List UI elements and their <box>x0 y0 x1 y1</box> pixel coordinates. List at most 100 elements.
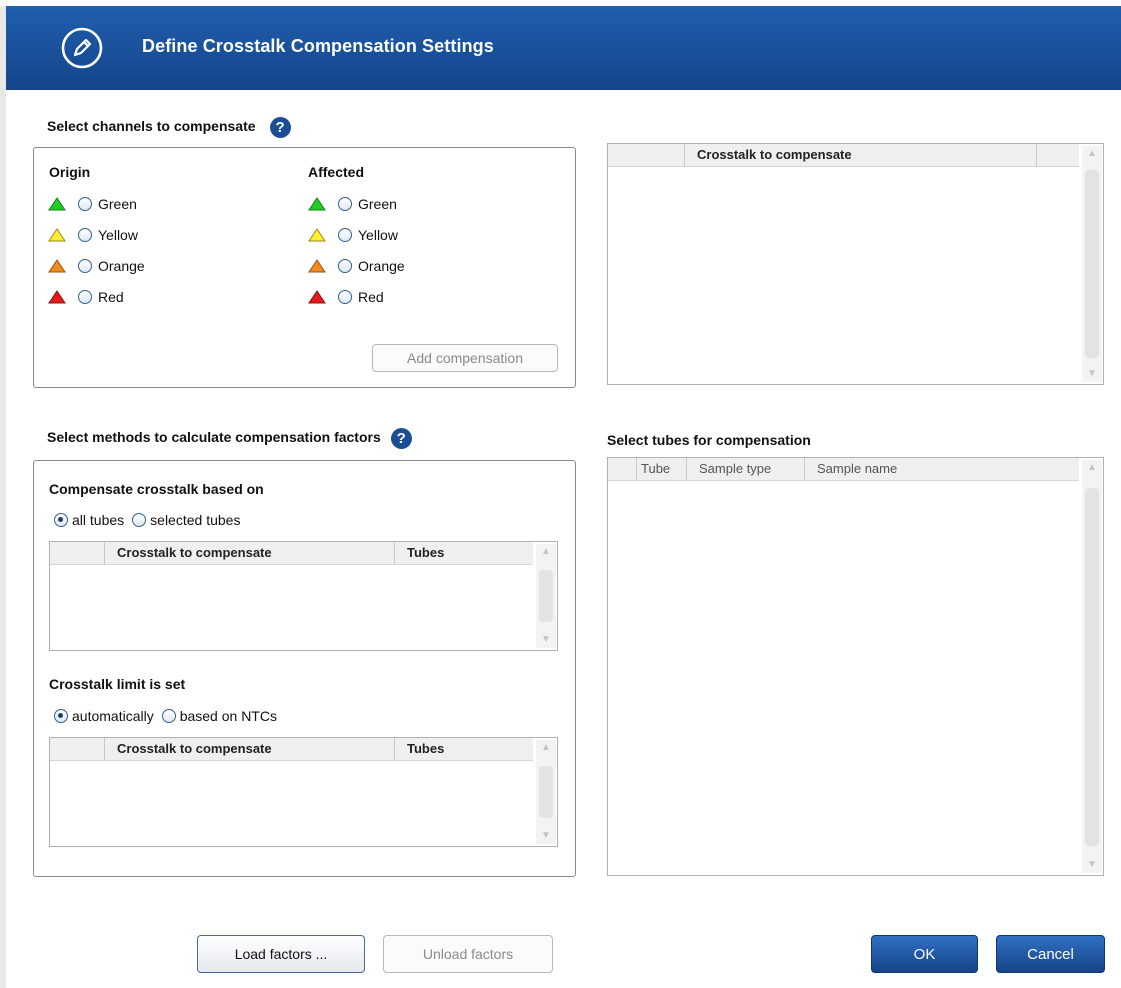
affected-row-green[interactable]: Green <box>308 193 397 215</box>
scroll-up-arrow-icon[interactable]: ▲ <box>1082 146 1102 162</box>
scroll-down-arrow-icon[interactable]: ▼ <box>1082 857 1102 873</box>
limit-grid-scrollbar[interactable]: ▲ ▼ <box>536 740 556 844</box>
limit-radio-group: automatically based on NTCs <box>54 708 277 724</box>
tubes-grid-col-sample-type[interactable]: Sample type <box>686 458 804 480</box>
origin-orange-radio[interactable] <box>78 259 92 273</box>
origin-red-radio[interactable] <box>78 290 92 304</box>
based-on-grid-scrollbar[interactable]: ▲ ▼ <box>536 544 556 648</box>
scroll-down-arrow-icon[interactable]: ▼ <box>1082 366 1102 382</box>
methods-section-label-text: Select methods to calculate compensation… <box>47 429 381 446</box>
based-on-radio-group: all tubes selected tubes <box>54 512 240 528</box>
selected-tubes-radio[interactable] <box>132 513 147 527</box>
yellow-triangle-icon <box>48 228 66 242</box>
based-on-label: Compensate crosstalk based on <box>49 481 264 497</box>
crosstalk-grid-col-2[interactable] <box>1036 144 1079 166</box>
methods-panel: Compensate crosstalk based on all tubes … <box>33 460 576 877</box>
affected-row-orange[interactable]: Orange <box>308 255 405 277</box>
crosstalk-grid-col-crosstalk[interactable]: Crosstalk to compensate <box>684 144 1036 166</box>
crosstalk-grid: Crosstalk to compensate ▲ ▼ <box>607 143 1104 385</box>
limit-grid-header: Crosstalk to compensate Tubes <box>50 738 533 761</box>
tubes-section-label: Select tubes for compensation <box>607 432 811 448</box>
help-icon[interactable]: ? <box>269 117 291 138</box>
green-triangle-icon <box>48 197 66 211</box>
affected-orange-radio[interactable] <box>338 259 352 273</box>
origin-green-radio[interactable] <box>78 197 92 211</box>
crosstalk-grid-scrollbar[interactable]: ▲ ▼ <box>1082 146 1102 382</box>
orange-triangle-icon <box>308 259 326 273</box>
tubes-grid-col-0[interactable] <box>608 458 636 480</box>
methods-section-label: Select methods to calculate compensation… <box>47 428 412 449</box>
origin-yellow-label: Yellow <box>98 227 138 243</box>
selected-tubes-label: selected tubes <box>150 512 241 528</box>
origin-row-red[interactable]: Red <box>48 286 124 308</box>
crosstalk-grid-col-0[interactable] <box>608 144 684 166</box>
scroll-down-arrow-icon[interactable]: ▼ <box>536 632 556 648</box>
affected-row-yellow[interactable]: Yellow <box>308 224 398 246</box>
scroll-thumb[interactable] <box>1085 170 1099 358</box>
affected-yellow-label: Yellow <box>358 227 398 243</box>
limit-grid-col-tubes[interactable]: Tubes <box>394 738 533 760</box>
origin-orange-label: Orange <box>98 258 145 274</box>
affected-green-radio[interactable] <box>338 197 352 211</box>
tubes-grid-scrollbar[interactable]: ▲ ▼ <box>1082 460 1102 873</box>
channels-section-label: Select channels to compensate? <box>47 117 291 138</box>
automatically-label: automatically <box>72 708 154 724</box>
affected-red-label: Red <box>358 289 384 305</box>
tubes-grid-col-tube[interactable]: Tube <box>636 458 686 480</box>
affected-row-red[interactable]: Red <box>308 286 384 308</box>
origin-green-label: Green <box>98 196 137 212</box>
scroll-thumb[interactable] <box>539 570 553 622</box>
scroll-up-arrow-icon[interactable]: ▲ <box>1082 460 1102 476</box>
origin-label: Origin <box>49 164 91 180</box>
based-on-grid-header: Crosstalk to compensate Tubes <box>50 542 533 565</box>
origin-row-green[interactable]: Green <box>48 193 137 215</box>
red-triangle-icon <box>308 290 326 304</box>
scroll-thumb[interactable] <box>539 766 553 818</box>
based-on-grid: Crosstalk to compensate Tubes ▲ ▼ <box>49 541 558 651</box>
dialog-titlebar: Define Crosstalk Compensation Settings <box>6 6 1121 90</box>
tubes-grid-col-sample-name[interactable]: Sample name <box>804 458 1079 480</box>
scroll-up-arrow-icon[interactable]: ▲ <box>536 740 556 756</box>
affected-green-label: Green <box>358 196 397 212</box>
origin-row-orange[interactable]: Orange <box>48 255 145 277</box>
affected-label: Affected <box>308 164 365 180</box>
channels-panel: Origin Affected Green Yellow Orange Red … <box>33 147 576 388</box>
limit-grid: Crosstalk to compensate Tubes ▲ ▼ <box>49 737 558 847</box>
ok-button[interactable]: OK <box>871 935 978 973</box>
scroll-down-arrow-icon[interactable]: ▼ <box>536 828 556 844</box>
load-factors-button[interactable]: Load factors ... <box>197 935 365 973</box>
all-tubes-radio[interactable] <box>54 513 68 527</box>
automatically-radio[interactable] <box>54 709 68 723</box>
affected-yellow-radio[interactable] <box>338 228 352 242</box>
origin-row-yellow[interactable]: Yellow <box>48 224 138 246</box>
affected-red-radio[interactable] <box>338 290 352 304</box>
edit-pencil-icon <box>61 27 103 69</box>
green-triangle-icon <box>308 197 326 211</box>
unload-factors-button[interactable]: Unload factors <box>383 935 553 973</box>
scroll-up-arrow-icon[interactable]: ▲ <box>536 544 556 560</box>
scroll-thumb[interactable] <box>1085 488 1099 846</box>
based-on-grid-col-tubes[interactable]: Tubes <box>394 542 533 564</box>
tubes-grid: Tube Sample type Sample name ▲ ▼ <box>607 457 1104 876</box>
channels-section-label-text: Select channels to compensate <box>47 118 256 135</box>
limit-label: Crosstalk limit is set <box>49 676 186 692</box>
origin-red-label: Red <box>98 289 124 305</box>
based-on-ntcs-label: based on NTCs <box>179 708 277 724</box>
origin-yellow-radio[interactable] <box>78 228 92 242</box>
red-triangle-icon <box>48 290 66 304</box>
cancel-button[interactable]: Cancel <box>996 935 1105 973</box>
window-edge <box>0 6 6 988</box>
add-compensation-button[interactable]: Add compensation <box>372 344 558 372</box>
dialog-title: Define Crosstalk Compensation Settings <box>142 36 494 56</box>
yellow-triangle-icon <box>308 228 326 242</box>
based-on-ntcs-radio[interactable] <box>161 709 176 723</box>
crosstalk-grid-header: Crosstalk to compensate <box>608 144 1079 167</box>
orange-triangle-icon <box>48 259 66 273</box>
affected-orange-label: Orange <box>358 258 405 274</box>
based-on-grid-col-crosstalk[interactable]: Crosstalk to compensate <box>104 542 394 564</box>
limit-grid-col-0[interactable] <box>50 738 104 760</box>
help-icon[interactable]: ? <box>390 428 412 449</box>
all-tubes-label: all tubes <box>72 512 125 528</box>
limit-grid-col-crosstalk[interactable]: Crosstalk to compensate <box>104 738 394 760</box>
based-on-grid-col-0[interactable] <box>50 542 104 564</box>
